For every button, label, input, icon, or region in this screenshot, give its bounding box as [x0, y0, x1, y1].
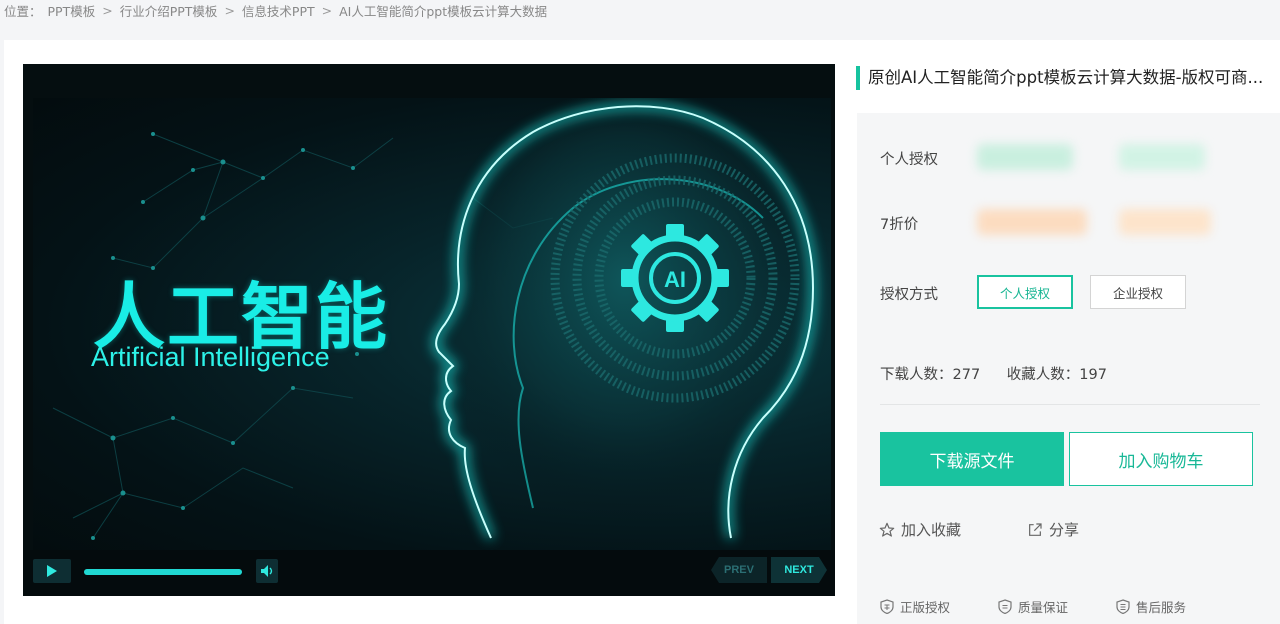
download-button[interactable]: 下载源文件: [880, 432, 1064, 486]
player-controls: PREV NEXT: [23, 550, 835, 596]
favorites-label: 收藏人数：: [1006, 367, 1080, 383]
add-to-cart-button[interactable]: 加入购物车: [1069, 432, 1253, 486]
purchase-panel: 个人授权 7折价 授权方式 个人授权 企业授权 下载人数：277 收藏人数：19…: [857, 113, 1280, 624]
breadcrumb-item-ppt[interactable]: PPT模板: [48, 1, 96, 20]
license-type-label: 授权方式: [880, 287, 938, 303]
guarantee-after-sales: 售后服务: [1116, 597, 1186, 616]
gear-label: AI: [664, 267, 686, 292]
volume-button[interactable]: [256, 559, 278, 583]
shield-icon: [880, 599, 894, 614]
blurred-price: [977, 144, 1073, 170]
progress-bar[interactable]: [84, 569, 242, 575]
license-option-personal[interactable]: 个人授权: [977, 275, 1073, 309]
prev-button[interactable]: PREV: [711, 557, 767, 583]
favorites-count: 197: [1079, 367, 1107, 383]
play-icon: [47, 565, 57, 577]
share-icon: [1029, 522, 1042, 536]
breadcrumb-item-current: AI人工智能简介ppt模板云计算大数据: [339, 3, 548, 19]
stats: 下载人数：277 收藏人数：197: [880, 363, 1107, 384]
star-icon: [879, 522, 895, 537]
head-illustration: AI: [432, 102, 817, 540]
volume-icon: [261, 565, 273, 577]
downloads-label: 下载人数：: [880, 367, 953, 383]
guarantee-label: 质量保证: [1018, 600, 1069, 615]
discount-price-label: 7折价: [880, 217, 919, 233]
next-button[interactable]: NEXT: [771, 557, 827, 583]
favorite-button[interactable]: 加入收藏: [879, 519, 961, 540]
blurred-discount-price: [977, 209, 1087, 235]
downloads-count: 277: [952, 367, 981, 383]
share-label: 分享: [1049, 521, 1080, 539]
guarantee-quality: 质量保证: [998, 597, 1068, 616]
share-button[interactable]: 分享: [1027, 519, 1079, 540]
breadcrumb-separator: >: [102, 2, 113, 18]
favorite-label: 加入收藏: [901, 521, 962, 539]
breadcrumb-separator: >: [321, 2, 333, 18]
shield-icon: [998, 599, 1012, 614]
play-button[interactable]: [33, 559, 71, 583]
breadcrumb-item-it[interactable]: 信息技术PPT: [242, 1, 315, 20]
license-option-company[interactable]: 企业授权: [1090, 275, 1186, 309]
product-title: 原创AI人工智能简介ppt模板云计算大数据-版权可商...: [856, 66, 1280, 90]
slide-player: AI 人工智能 Artificial Intelligence PREV NEX…: [23, 64, 835, 596]
breadcrumb: 位置： PPT模板 > 行业介绍PPT模板 > 信息技术PPT > AI人工智能…: [0, 0, 547, 20]
personal-license-price-label: 个人授权: [880, 152, 938, 168]
slide-preview: AI 人工智能 Artificial Intelligence: [33, 98, 831, 574]
guarantee-genuine: 正版授权: [880, 597, 950, 616]
blurred-discount-price: [1119, 209, 1211, 235]
breadcrumb-separator: >: [224, 2, 235, 18]
guarantee-label: 售后服务: [1136, 600, 1187, 615]
blurred-price: [1119, 144, 1205, 170]
divider: [880, 404, 1260, 405]
breadcrumb-item-industry[interactable]: 行业介绍PPT模板: [120, 1, 218, 20]
progress-fill: [84, 569, 242, 575]
guarantee-label: 正版授权: [900, 600, 951, 615]
breadcrumb-prefix: 位置：: [4, 3, 42, 19]
shield-icon: [1116, 599, 1130, 614]
slide-title-en: Artificial Intelligence: [91, 342, 330, 372]
